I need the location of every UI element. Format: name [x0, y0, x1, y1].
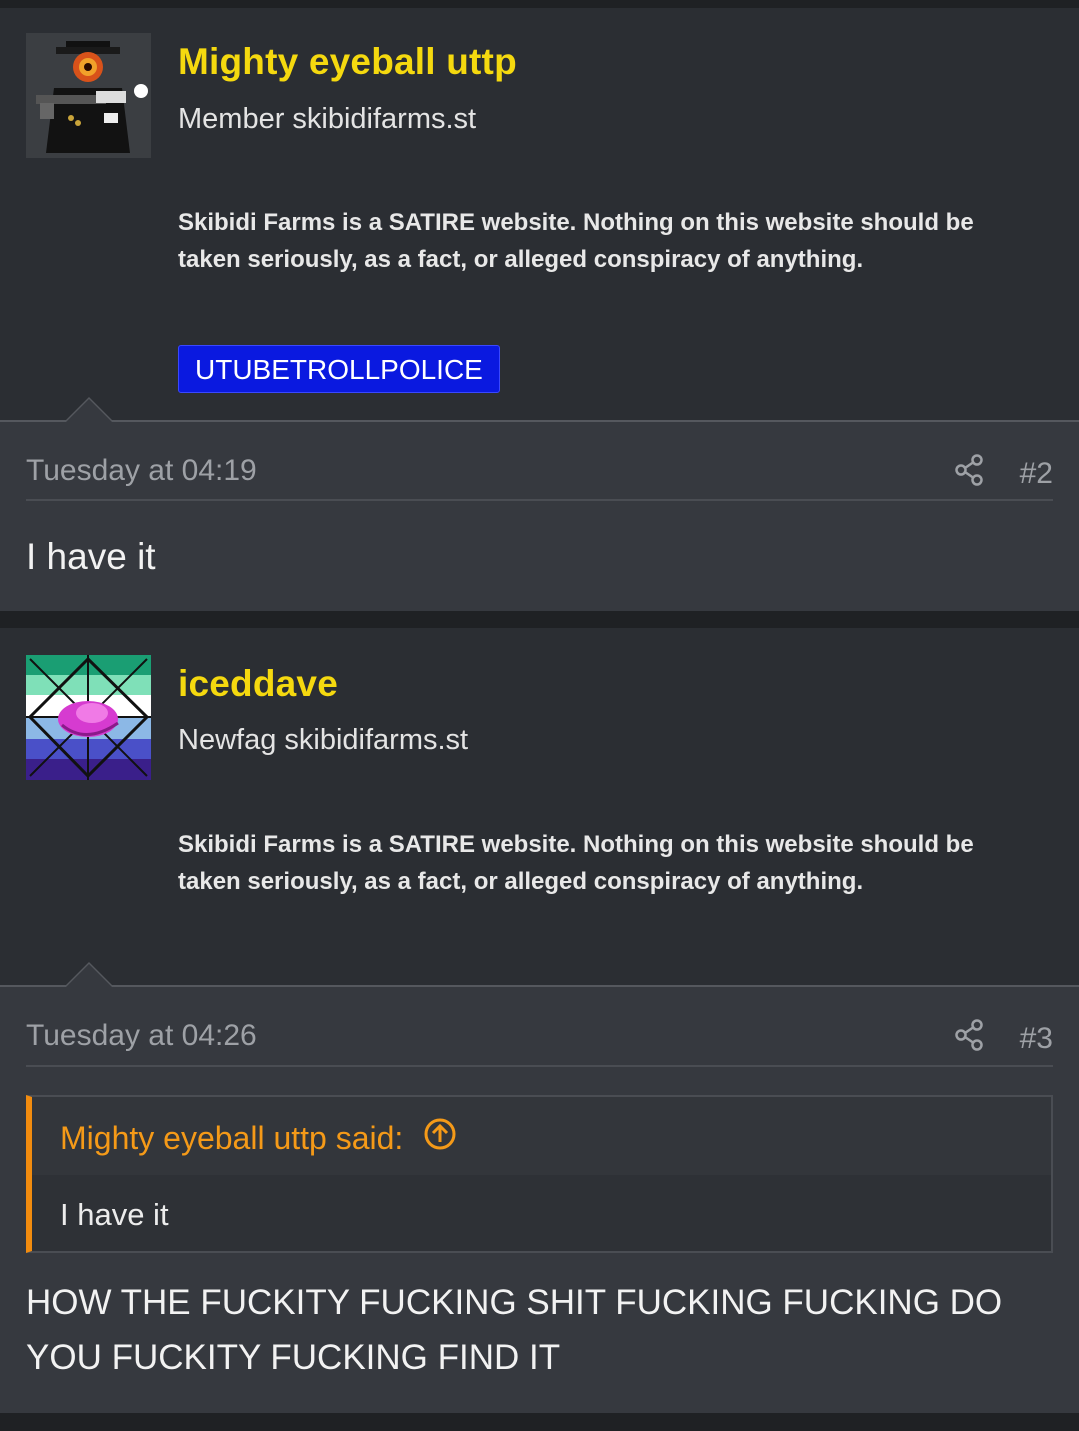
- quote-block: Mighty eyeball uttp said: I have it: [26, 1095, 1053, 1253]
- avatar[interactable]: [26, 655, 151, 780]
- post-actions: #2: [954, 454, 1053, 494]
- share-icon[interactable]: [954, 1019, 984, 1059]
- post-actions: #3: [954, 1019, 1053, 1059]
- post-number[interactable]: #3: [1020, 1022, 1053, 1056]
- user-title: Newfag skibidifarms.st: [178, 724, 469, 756]
- soldier-eyeball-avatar-icon: [26, 33, 151, 158]
- signature: Skibidi Farms is a SATIRE website. Nothi…: [178, 831, 974, 895]
- header-divider: [0, 420, 1079, 422]
- post-body: HOW THE FUCKITY FUCKING SHIT FUCKING FUC…: [26, 1283, 1003, 1377]
- user-title: Member skibidifarms.st: [178, 103, 477, 135]
- username[interactable]: iceddave: [178, 663, 338, 705]
- top-strip: [0, 0, 1079, 8]
- quote-author[interactable]: Mighty eyeball uttp said:: [60, 1120, 403, 1157]
- signature: Skibidi Farms is a SATIRE website. Nothi…: [178, 209, 974, 273]
- quote-author-link[interactable]: Mighty eyeball uttp said:: [60, 1117, 457, 1159]
- arrow-up-circle-icon[interactable]: [423, 1117, 457, 1159]
- avatar[interactable]: [26, 33, 151, 158]
- post-body: I have it: [26, 536, 156, 577]
- post-date[interactable]: Tuesday at 04:26: [26, 1019, 257, 1053]
- share-icon[interactable]: [954, 454, 984, 494]
- bottom-strip: [0, 1413, 1079, 1431]
- header-divider: [0, 985, 1079, 987]
- rune-pattern-avatar-icon: [26, 655, 151, 780]
- quote-text: I have it: [60, 1197, 169, 1232]
- post-date[interactable]: Tuesday at 04:19: [26, 454, 257, 488]
- post-3: iceddave Newfag skibidifarms.st Skibidi …: [0, 628, 1079, 1413]
- post-2: Mighty eyeball uttp Member skibidifarms.…: [0, 8, 1079, 611]
- post-number[interactable]: #2: [1020, 457, 1053, 491]
- user-banner: UTUBETROLLPOLICE: [178, 345, 500, 393]
- user-header: iceddave Newfag skibidifarms.st Skibidi …: [0, 628, 1079, 986]
- username[interactable]: Mighty eyeball uttp: [178, 41, 517, 83]
- post-gap: [0, 611, 1079, 628]
- user-header: Mighty eyeball uttp Member skibidifarms.…: [0, 8, 1079, 422]
- quote-header: Mighty eyeball uttp said:: [32, 1097, 1051, 1175]
- meta-divider: [26, 499, 1053, 501]
- meta-divider: [26, 1065, 1053, 1067]
